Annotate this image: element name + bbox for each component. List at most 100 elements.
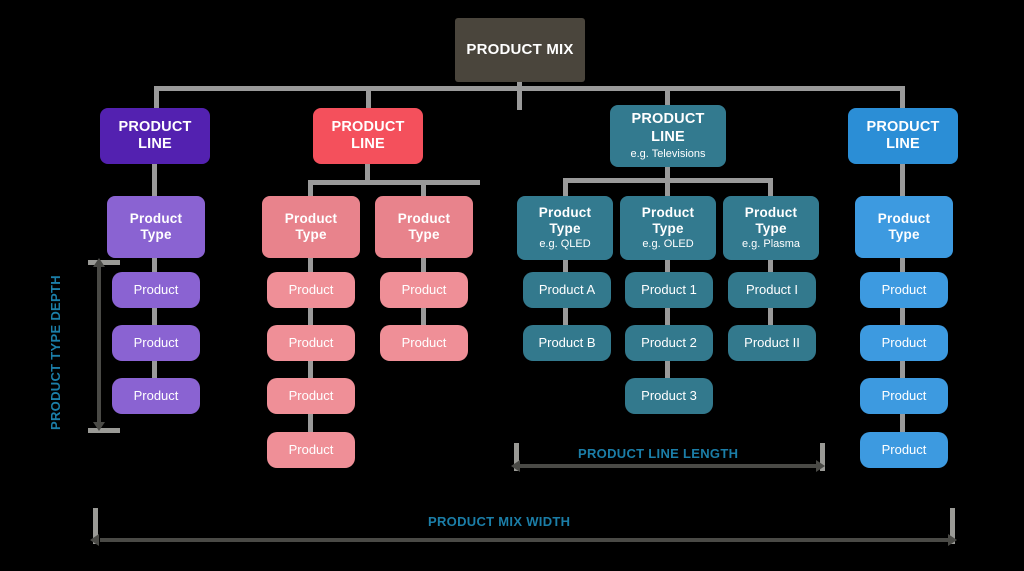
connector-root-down bbox=[517, 80, 522, 110]
node-product-line-purple-title: PRODUCT bbox=[118, 118, 192, 135]
node-product-blue-2[interactable]: Product bbox=[860, 325, 948, 361]
node-product-red1-3-label: Product bbox=[288, 388, 334, 404]
node-product-type-red-2-title2: Type bbox=[408, 227, 440, 242]
node-product-red2-2-label: Product bbox=[401, 335, 447, 351]
connector-teal1-p1-p2 bbox=[563, 306, 568, 326]
node-product-purple-3[interactable]: Product bbox=[112, 378, 200, 414]
node-product-red2-1-label: Product bbox=[401, 282, 447, 298]
connector-teal2-p1-p2 bbox=[665, 306, 670, 326]
node-product-type-teal-1-sub: e.g. QLED bbox=[539, 238, 591, 251]
node-product-type-red-2[interactable]: Product Type bbox=[375, 196, 473, 258]
node-product-teal3-1[interactable]: Product I bbox=[728, 272, 816, 308]
connector-teal-to-type3 bbox=[768, 178, 773, 198]
node-product-type-blue-1-title2: Type bbox=[888, 227, 920, 242]
node-product-teal1-1-label: Product A bbox=[538, 282, 596, 298]
measure-label-product-type-depth: PRODUCT TYPE DEPTH bbox=[48, 275, 63, 430]
node-product-red1-2-label: Product bbox=[288, 335, 334, 351]
node-product-type-teal-1-title: Product bbox=[538, 204, 592, 220]
node-product-teal1-2-label: Product B bbox=[538, 335, 596, 351]
measure-label-product-line-length: PRODUCT LINE LENGTH bbox=[578, 446, 739, 461]
length-measure-bar bbox=[520, 464, 820, 468]
node-product-purple-1[interactable]: Product bbox=[112, 272, 200, 308]
length-arrow-left bbox=[511, 460, 520, 472]
node-product-teal2-2-label: Product 2 bbox=[641, 335, 697, 351]
node-product-line-teal[interactable]: PRODUCT LINE e.g. Televisions bbox=[610, 105, 726, 167]
node-product-type-teal-3[interactable]: Product Type e.g. Plasma bbox=[723, 196, 819, 260]
node-product-type-purple-1-title2: Type bbox=[140, 227, 172, 242]
node-product-mix-root[interactable]: PRODUCT MIX bbox=[455, 18, 585, 82]
node-product-blue-4[interactable]: Product bbox=[860, 432, 948, 468]
node-product-type-red-2-title: Product bbox=[397, 211, 451, 227]
node-product-line-blue-title2: LINE bbox=[886, 136, 920, 152]
width-measure-bar bbox=[100, 538, 952, 542]
connector-red-horizontal bbox=[308, 180, 480, 185]
connector-teal2-p2-p3 bbox=[665, 359, 670, 379]
node-product-purple-2-label: Product bbox=[133, 335, 179, 351]
node-product-type-purple-1-title: Product bbox=[129, 211, 183, 227]
connector-root-to-blue bbox=[900, 86, 905, 110]
node-product-type-teal-3-title: Product bbox=[744, 204, 798, 220]
node-product-line-purple[interactable]: PRODUCT LINE bbox=[100, 108, 210, 164]
length-arrow-right bbox=[816, 460, 825, 472]
node-product-type-blue-1-title: Product bbox=[877, 211, 931, 227]
node-product-teal2-2[interactable]: Product 2 bbox=[625, 325, 713, 361]
node-product-teal3-2[interactable]: Product II bbox=[728, 325, 816, 361]
node-product-purple-2[interactable]: Product bbox=[112, 325, 200, 361]
depth-measure-bar bbox=[97, 266, 101, 424]
node-product-red1-3[interactable]: Product bbox=[267, 378, 355, 414]
node-product-type-teal-1[interactable]: Product Type e.g. QLED bbox=[517, 196, 613, 260]
node-product-teal2-1-label: Product 1 bbox=[641, 282, 697, 298]
node-product-teal2-1[interactable]: Product 1 bbox=[625, 272, 713, 308]
node-product-purple-3-label: Product bbox=[133, 388, 179, 404]
node-product-line-red-title2: LINE bbox=[351, 136, 385, 152]
node-product-line-blue[interactable]: PRODUCT LINE bbox=[848, 108, 958, 164]
node-product-mix-root-label: PRODUCT MIX bbox=[466, 41, 574, 59]
node-product-line-teal-sub: e.g. Televisions bbox=[630, 147, 706, 160]
node-product-line-teal-title: PRODUCT bbox=[631, 111, 705, 128]
node-product-red2-2[interactable]: Product bbox=[380, 325, 468, 361]
node-product-type-red-1[interactable]: Product Type bbox=[262, 196, 360, 258]
node-product-type-teal-3-sub: e.g. Plasma bbox=[741, 238, 801, 251]
node-product-red1-1[interactable]: Product bbox=[267, 272, 355, 308]
node-product-type-red-1-title2: Type bbox=[295, 227, 327, 242]
node-product-type-teal-2[interactable]: Product Type e.g. OLED bbox=[620, 196, 716, 260]
node-product-line-red-title: PRODUCT bbox=[331, 118, 405, 135]
node-product-line-teal-title2: LINE bbox=[651, 128, 685, 145]
node-product-blue-2-label: Product bbox=[881, 335, 927, 351]
node-product-type-purple-1[interactable]: Product Type bbox=[107, 196, 205, 258]
node-product-type-teal-2-sub: e.g. OLED bbox=[642, 238, 694, 251]
node-product-red2-1[interactable]: Product bbox=[380, 272, 468, 308]
node-product-line-blue-title: PRODUCT bbox=[866, 118, 940, 135]
node-product-teal1-1[interactable]: Product A bbox=[523, 272, 611, 308]
node-product-teal2-3-label: Product 3 bbox=[641, 388, 697, 404]
node-product-red1-4[interactable]: Product bbox=[267, 432, 355, 468]
node-product-type-blue-1[interactable]: Product Type bbox=[855, 196, 953, 258]
node-product-teal3-2-label: Product II bbox=[744, 335, 800, 351]
connector-root-to-red bbox=[366, 86, 371, 110]
node-product-teal1-2[interactable]: Product B bbox=[523, 325, 611, 361]
connector-blue-p3-p4 bbox=[900, 412, 905, 432]
node-product-type-teal-3-title2: Type bbox=[755, 220, 787, 236]
connector-teal-to-type1 bbox=[563, 178, 568, 198]
node-product-blue-3[interactable]: Product bbox=[860, 378, 948, 414]
node-product-purple-1-label: Product bbox=[133, 282, 179, 298]
node-product-red1-2[interactable]: Product bbox=[267, 325, 355, 361]
connector-purple-line-to-type bbox=[152, 162, 157, 198]
connector-red2-p1-p2 bbox=[421, 306, 426, 326]
depth-arrow-up bbox=[93, 258, 105, 267]
connector-teal3-p1-p2 bbox=[768, 306, 773, 326]
node-product-teal2-3[interactable]: Product 3 bbox=[625, 378, 713, 414]
connector-root-to-purple bbox=[154, 86, 159, 110]
connector-purple-p2-p3 bbox=[152, 359, 157, 379]
node-product-red1-1-label: Product bbox=[288, 282, 334, 298]
node-product-line-purple-title2: LINE bbox=[138, 136, 172, 152]
node-product-blue-3-label: Product bbox=[881, 388, 927, 404]
product-mix-diagram: PRODUCT MIX PRODUCT LINE Product Type Pr… bbox=[0, 0, 1024, 571]
node-product-blue-1[interactable]: Product bbox=[860, 272, 948, 308]
node-product-blue-4-label: Product bbox=[881, 442, 927, 458]
node-product-teal3-1-label: Product I bbox=[745, 282, 799, 298]
connector-red1-p3-p4 bbox=[308, 412, 313, 432]
width-arrow-left bbox=[90, 534, 99, 546]
node-product-type-teal-2-title: Product bbox=[641, 204, 695, 220]
node-product-line-red[interactable]: PRODUCT LINE bbox=[313, 108, 423, 164]
